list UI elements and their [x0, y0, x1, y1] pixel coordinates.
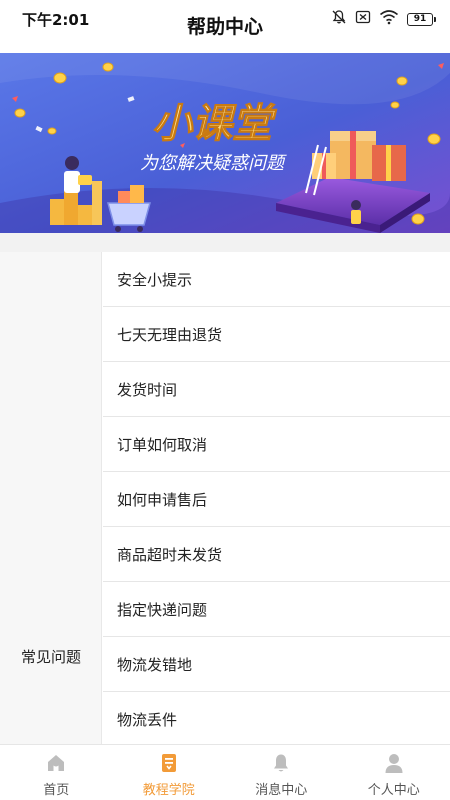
tab-home-label: 首页 — [43, 783, 70, 798]
faq-item-seven-day-return[interactable]: 七天无理由退货 — [103, 307, 450, 362]
help-content: 常见问题 安全小提示 七天无理由退货 发货时间 订单如何取消 如何申请售后 商品… — [0, 252, 450, 747]
faq-item-shipping-time[interactable]: 发货时间 — [103, 362, 450, 417]
banner-illustration: 小课堂 为您解决疑惑问题 — [0, 53, 450, 233]
faq-item-after-sales[interactable]: 如何申请售后 — [103, 472, 450, 527]
faq-item-safety-tips[interactable]: 安全小提示 — [103, 252, 450, 307]
category-sidebar[interactable]: 常见问题 — [0, 252, 102, 744]
section-divider — [0, 233, 450, 252]
tab-messages-label: 消息中心 — [255, 783, 308, 798]
faq-item-cancel-order[interactable]: 订单如何取消 — [103, 417, 450, 472]
tab-profile-label: 个人中心 — [367, 783, 420, 798]
category-common-questions[interactable]: 常见问题 — [0, 646, 102, 667]
book-icon — [157, 751, 181, 775]
faq-list: 安全小提示 七天无理由退货 发货时间 订单如何取消 如何申请售后 商品超时未发货… — [103, 252, 450, 747]
faq-item-specified-courier[interactable]: 指定快递问题 — [103, 582, 450, 637]
tab-profile[interactable]: 个人中心 — [338, 745, 450, 800]
tab-messages[interactable]: 消息中心 — [225, 745, 338, 800]
faq-item-wrong-address[interactable]: 物流发错地 — [103, 637, 450, 692]
wifi-icon — [379, 9, 399, 29]
tab-tutorials-label: 教程学院 — [142, 783, 195, 798]
banner-title: 小课堂 — [152, 101, 277, 147]
mute-bell-icon — [331, 9, 347, 29]
bell-icon — [269, 751, 293, 775]
status-icons: 91 — [331, 10, 436, 28]
tab-home[interactable]: 首页 — [0, 745, 113, 800]
banner[interactable]: 小课堂 为您解决疑惑问题 — [0, 53, 450, 233]
tab-tutorials[interactable]: 教程学院 — [113, 745, 226, 800]
no-sim-icon — [355, 9, 371, 29]
faq-item-overdue-shipping[interactable]: 商品超时未发货 — [103, 527, 450, 582]
battery-level: 91 — [407, 12, 433, 26]
home-icon — [44, 751, 68, 775]
faq-item-lost-package[interactable]: 物流丢件 — [103, 692, 450, 747]
banner-subtitle: 为您解决疑惑问题 — [140, 153, 287, 174]
battery-icon: 91 — [407, 12, 436, 26]
user-icon — [382, 751, 406, 775]
bottom-tab-bar: 首页 教程学院 消息中心 个人中心 — [0, 744, 450, 800]
status-bar: 下午2:01 帮助中心 91 — [0, 0, 450, 44]
